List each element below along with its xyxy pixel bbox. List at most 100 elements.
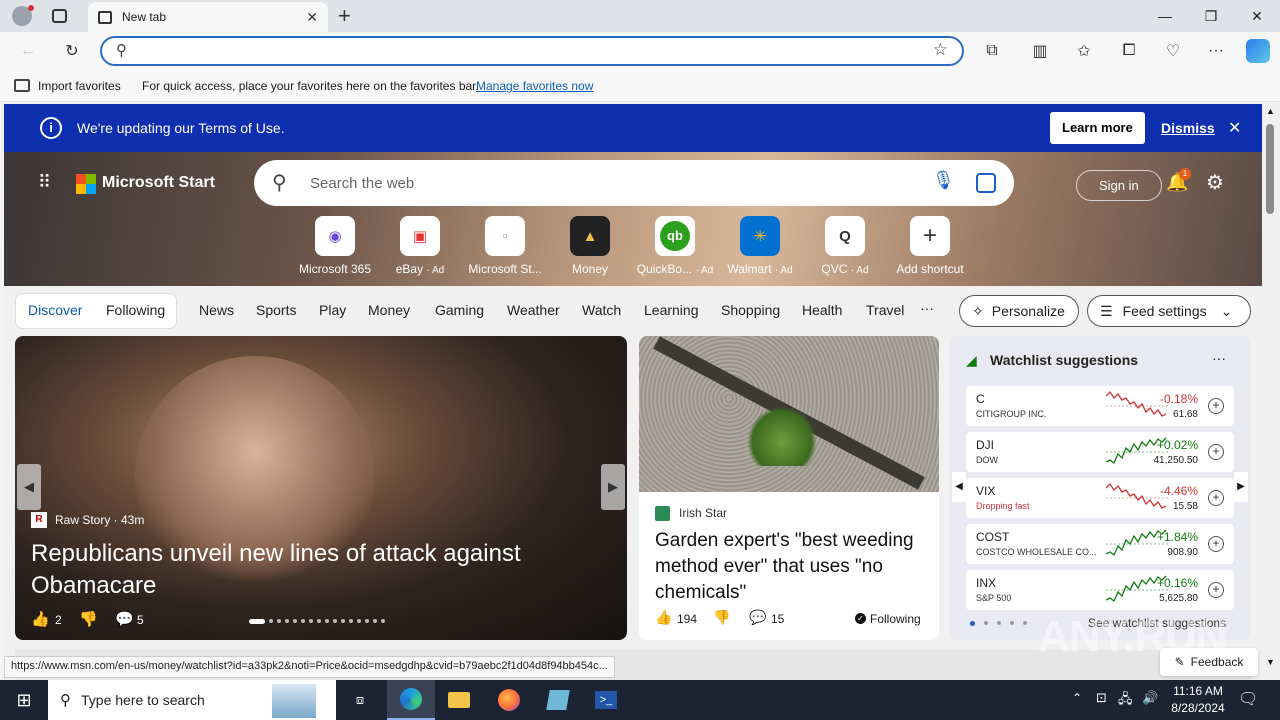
show-hidden-icons-icon[interactable]: ⌃	[1072, 691, 1082, 705]
carousel-dots[interactable]	[249, 618, 409, 624]
nav-learning[interactable]: Learning	[644, 302, 699, 318]
story-headline[interactable]: Republicans unveil new lines of attack a…	[31, 538, 571, 602]
tab-following[interactable]: Following	[106, 302, 165, 318]
scroll-thumb[interactable]	[1266, 124, 1274, 214]
tab-new-tab[interactable]: New tab ✕	[88, 2, 328, 32]
nav-weather[interactable]: Weather	[507, 302, 560, 318]
nav-gaming[interactable]: Gaming	[435, 302, 484, 318]
taskbar-powershell[interactable]: >_	[582, 680, 630, 720]
copilot-icon[interactable]	[1246, 39, 1270, 63]
page-settings-gear-icon[interactable]: ⚙	[1206, 170, 1224, 195]
back-button[interactable]: ←	[16, 39, 40, 63]
carousel-next-button[interactable]: ▶	[601, 464, 625, 510]
watchlist-item[interactable]: INX S&P 500 +0.16% 5,625.80 +	[966, 570, 1234, 610]
nav-travel[interactable]: Travel	[866, 302, 904, 318]
taskbar-file-explorer[interactable]	[435, 680, 483, 720]
taskbar-firefox[interactable]	[485, 680, 533, 720]
nav-health[interactable]: Health	[802, 302, 842, 318]
clock-time[interactable]: 11:16 AM	[1170, 684, 1226, 698]
close-banner-icon[interactable]: ✕	[1228, 118, 1241, 138]
brand-name[interactable]: Microsoft Start	[102, 174, 215, 192]
add-to-watchlist-button[interactable]: +	[1208, 398, 1224, 414]
quick-link-quickbooks[interactable]: qb QuickBo... · Ad	[633, 216, 717, 276]
quick-link-qvc[interactable]: Q QVC · Ad	[803, 216, 887, 276]
nav-watch[interactable]: Watch	[582, 302, 621, 318]
watchlist-item[interactable]: DJI DOW +0.02% 41,250.50 +	[966, 432, 1234, 472]
network-icon[interactable]: ⊡	[1096, 690, 1107, 706]
personalize-button[interactable]: ✧ Personalize	[959, 295, 1079, 327]
microphone-icon[interactable]: 🎙	[932, 170, 955, 191]
quick-link-microsoft-365[interactable]: ◉ Microsoft 365	[293, 216, 377, 276]
like-icon[interactable]: 👍	[31, 610, 50, 628]
add-to-watchlist-button[interactable]: +	[1208, 536, 1224, 552]
add-to-watchlist-button[interactable]: +	[1208, 582, 1224, 598]
sign-in-button[interactable]: Sign in	[1076, 170, 1162, 201]
nav-news[interactable]: News	[199, 302, 234, 318]
tab-discover[interactable]: Discover	[28, 302, 82, 318]
taskbar-edge[interactable]	[387, 680, 435, 720]
settings-more-icon[interactable]: ···	[1204, 39, 1228, 63]
more-options-icon[interactable]: ···	[1212, 350, 1226, 366]
nav-shopping[interactable]: Shopping	[721, 302, 780, 318]
quick-link-walmart[interactable]: ✳ Walmart · Ad	[718, 216, 802, 276]
nav-more-icon[interactable]: ···	[920, 300, 934, 316]
watchlist-next-button[interactable]: ▶	[1234, 472, 1248, 502]
minimize-button[interactable]: —	[1142, 0, 1188, 32]
quick-link-add-shortcut[interactable]: + Add shortcut	[888, 216, 972, 276]
close-window-button[interactable]: ✕	[1234, 0, 1280, 32]
quick-link-microsoft-store[interactable]: ▫ Microsoft St...	[463, 216, 547, 276]
nav-play[interactable]: Play	[319, 302, 346, 318]
taskbar-app[interactable]	[534, 680, 582, 720]
hero-story-card[interactable]: ◀ ▶ R Raw Story · 43m Republicans unveil…	[15, 336, 627, 640]
following-label[interactable]: Following	[870, 612, 921, 626]
feed-settings-button[interactable]: ☰ Feed settings ⌄	[1087, 295, 1251, 327]
extensions-icon[interactable]: ⧉	[980, 39, 1004, 63]
page-scrollbar[interactable]: ▲ ▼	[1262, 104, 1280, 680]
watchlist-prev-button[interactable]: ◀	[952, 472, 966, 502]
nav-sports[interactable]: Sports	[256, 302, 296, 318]
dislike-icon[interactable]: 👎	[79, 610, 98, 628]
clock-date[interactable]: 8/28/2024	[1166, 701, 1230, 715]
apps-grid-icon[interactable]: ⠿	[38, 172, 51, 193]
watchlist-item[interactable]: C CITIGROUP INC. -0.18% 61.68 +	[966, 386, 1234, 426]
collections-icon[interactable]: ⧠	[1117, 39, 1141, 63]
carousel-prev-button[interactable]: ◀	[17, 464, 41, 510]
favorites-icon[interactable]: ✩	[1072, 39, 1096, 63]
watchlist-item[interactable]: COST COSTCO WHOLESALE CO... +1.84% 908.90 +	[966, 524, 1234, 564]
import-favorites-link[interactable]: Import favorites	[38, 79, 121, 93]
web-search-box[interactable]: ⚲ Search the web 🎙	[254, 160, 1014, 206]
watchlist-pager-dots[interactable]	[970, 621, 1027, 626]
scroll-down-icon[interactable]: ▼	[1266, 657, 1275, 667]
close-tab-icon[interactable]: ✕	[306, 9, 318, 26]
split-screen-icon[interactable]: ▥	[1028, 39, 1052, 63]
dismiss-link[interactable]: Dismiss	[1161, 120, 1215, 136]
notification-center-icon[interactable]: 🗨	[1238, 689, 1258, 709]
address-bar[interactable]: ⚲ ☆	[100, 36, 964, 66]
favorite-star-icon[interactable]: ☆	[933, 40, 948, 60]
comment-icon[interactable]: 💬	[749, 609, 766, 626]
like-icon[interactable]: 👍	[655, 609, 672, 626]
browser-essentials-icon[interactable]: ♡	[1161, 39, 1185, 63]
start-button[interactable]: ⊞	[0, 680, 48, 720]
taskbar-search-box[interactable]: ⚲ Type here to search	[48, 680, 336, 720]
add-to-watchlist-button[interactable]: +	[1208, 444, 1224, 460]
quick-link-money[interactable]: ▲ Money	[548, 216, 632, 276]
learn-more-button[interactable]: Learn more	[1050, 112, 1145, 144]
watchlist-item[interactable]: VIX Dropping fast -4.46% 15.58 +	[966, 478, 1234, 518]
maximize-button[interactable]: ❐	[1188, 0, 1234, 32]
tab-actions-icon[interactable]	[52, 9, 67, 23]
scroll-up-icon[interactable]: ▲	[1266, 106, 1275, 116]
garden-story-card[interactable]: Irish Star Garden expert's "best weeding…	[639, 336, 939, 640]
nav-money[interactable]: Money	[368, 302, 410, 318]
dislike-icon[interactable]: 👎	[713, 609, 730, 626]
quick-link-ebay[interactable]: ▣ eBay · Ad	[378, 216, 462, 276]
manage-favorites-link[interactable]: Manage favorites now	[476, 79, 593, 93]
new-tab-button[interactable]: +	[338, 3, 351, 29]
add-to-watchlist-button[interactable]: +	[1208, 490, 1224, 506]
volume-icon[interactable]: 🔊	[1142, 690, 1158, 706]
visual-search-icon[interactable]	[976, 173, 996, 193]
comment-icon[interactable]: 💬	[115, 610, 134, 628]
story-headline[interactable]: Garden expert's "best weeding method eve…	[655, 528, 930, 606]
ethernet-icon[interactable]: 🖧	[1118, 690, 1133, 712]
task-view-button[interactable]: ⧈	[336, 680, 384, 720]
